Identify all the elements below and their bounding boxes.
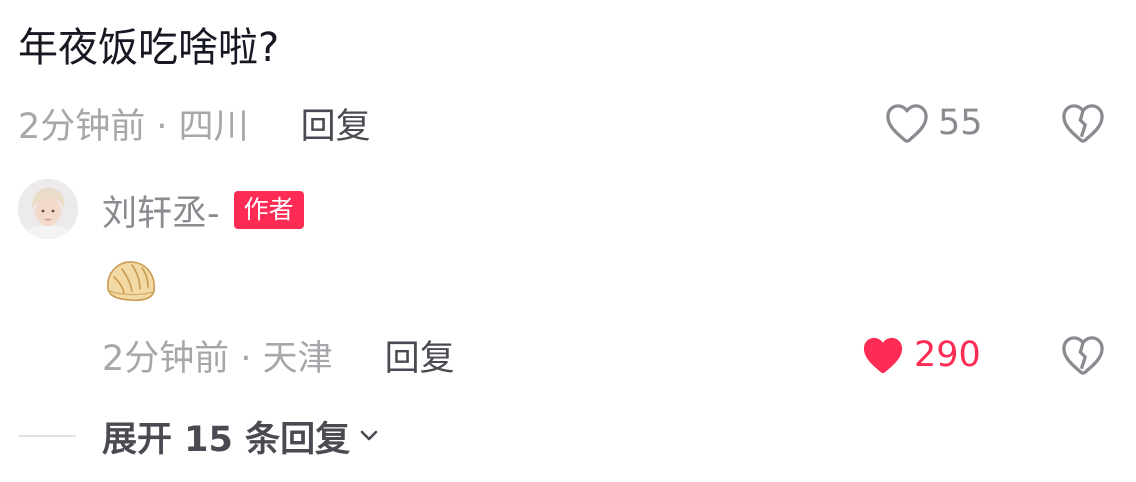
comment-text: 年夜饭吃啥啦? <box>18 25 280 71</box>
dumpling-icon <box>102 255 160 305</box>
broken-heart-icon <box>1062 336 1104 375</box>
author-name[interactable]: 刘轩丞- <box>102 185 220 236</box>
like-button[interactable]: 55 <box>884 98 983 148</box>
heart-outline-icon <box>886 104 928 143</box>
author-badge: 作者 <box>233 191 304 229</box>
dislike-button[interactable] <box>1058 98 1108 148</box>
reply-reply-button[interactable]: 回复 <box>385 330 455 381</box>
reply-like-count: 290 <box>914 335 981 375</box>
expand-replies-button[interactable]: 展开 15 条回复 <box>102 412 380 460</box>
reply-time-location: 2分钟前 · 天津 <box>102 338 333 379</box>
expand-divider <box>18 435 76 437</box>
comment-meta: 2分钟前 · 四川 回复 <box>18 98 371 148</box>
avatar-image <box>18 179 78 239</box>
expand-replies-label: 展开 15 条回复 <box>102 419 351 460</box>
like-count: 55 <box>938 103 983 143</box>
heart-filled-icon <box>863 337 903 374</box>
reply-meta: 2分钟前 · 天津 回复 <box>102 330 455 380</box>
chevron-down-icon <box>358 425 380 447</box>
broken-heart-icon <box>1062 104 1104 143</box>
comment-time-location: 2分钟前 · 四川 <box>18 106 249 147</box>
reply-like-button[interactable]: 290 <box>860 330 981 380</box>
avatar[interactable] <box>18 179 78 239</box>
reply-button[interactable]: 回复 <box>301 98 371 149</box>
reply-author-row: 刘轩丞- 作者 <box>102 186 304 234</box>
reply-dislike-button[interactable] <box>1058 330 1108 380</box>
